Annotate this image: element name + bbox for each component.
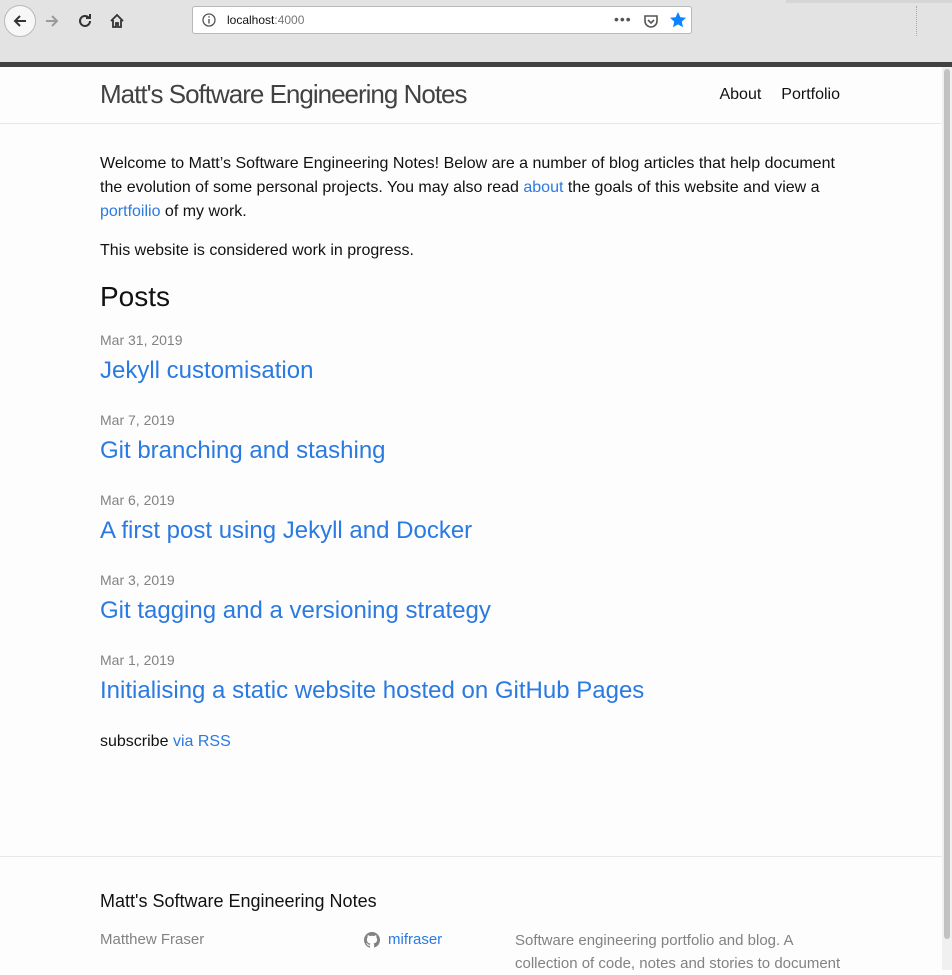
reload-icon bbox=[79, 14, 91, 27]
footer-title: Matt's Software Engineering Notes bbox=[100, 891, 377, 911]
site-footer: Matt's Software Engineering Notes Matthe… bbox=[0, 856, 942, 972]
intro-paragraph: Welcome to Matt’s Software Engineering N… bbox=[100, 152, 842, 224]
footer-github-link[interactable]: mifraser bbox=[364, 931, 442, 948]
post-title-link[interactable]: A first post using Jekyll and Docker bbox=[100, 514, 472, 548]
site-header: Matt's Software Engineering Notes About … bbox=[0, 67, 942, 124]
reload-button[interactable] bbox=[70, 6, 100, 36]
post-title-link[interactable]: Git branching and stashing bbox=[100, 434, 386, 468]
forward-button[interactable] bbox=[37, 6, 67, 36]
site-nav: About Portfolio bbox=[719, 86, 840, 104]
github-username: mifraser bbox=[388, 931, 443, 948]
back-button[interactable] bbox=[4, 5, 36, 37]
post-date: Mar 3, 2019 bbox=[100, 572, 175, 588]
post-title-link[interactable]: Git tagging and a versioning strategy bbox=[100, 594, 491, 628]
post-title-link[interactable]: Jekyll customisation bbox=[100, 354, 313, 388]
post-title-link[interactable]: Initialising a static website hosted on … bbox=[100, 674, 644, 708]
home-button[interactable] bbox=[102, 6, 132, 36]
portfolio-inline-link[interactable]: portfoilio bbox=[100, 203, 160, 220]
toolbar-separator bbox=[916, 6, 919, 36]
browser-toolbar: localhost:4000 ••• bbox=[0, 0, 952, 62]
url-text[interactable]: localhost:4000 bbox=[227, 13, 304, 27]
scrollbar[interactable] bbox=[942, 67, 952, 970]
site-title-link[interactable]: Matt's Software Engineering Notes bbox=[100, 79, 467, 110]
post-item: Mar 3, 2019 Git tagging and a versioning… bbox=[100, 570, 842, 628]
main-content: Welcome to Matt’s Software Engineering N… bbox=[100, 152, 842, 769]
post-item: Mar 6, 2019 A first post using Jekyll an… bbox=[100, 490, 842, 548]
scrollbar-thumb[interactable] bbox=[944, 69, 950, 939]
address-bar[interactable]: localhost:4000 ••• bbox=[192, 6, 692, 34]
page-actions-menu-icon[interactable]: ••• bbox=[614, 11, 632, 27]
nav-portfolio-link[interactable]: Portfolio bbox=[781, 86, 840, 104]
wip-paragraph: This website is considered work in progr… bbox=[100, 242, 414, 259]
post-date: Mar 6, 2019 bbox=[100, 492, 175, 508]
post-item: Mar 31, 2019 Jekyll customisation bbox=[100, 330, 842, 388]
footer-author: Matthew Fraser bbox=[100, 931, 205, 948]
intro-text-2: the goals of this website and view a bbox=[563, 179, 820, 196]
post-date: Mar 31, 2019 bbox=[100, 332, 183, 348]
post-item: Mar 7, 2019 Git branching and stashing bbox=[100, 410, 842, 468]
url-port: :4000 bbox=[274, 13, 305, 27]
footer-description: Software engineering portfolio and blog.… bbox=[515, 932, 841, 972]
rss-prefix: subscribe bbox=[100, 733, 169, 750]
back-arrow-icon bbox=[13, 15, 26, 27]
posts-heading: Posts bbox=[100, 281, 171, 312]
post-date: Mar 1, 2019 bbox=[100, 652, 175, 668]
about-inline-link[interactable]: about bbox=[523, 179, 563, 196]
pocket-icon[interactable] bbox=[643, 13, 659, 29]
intro-text-3: of my work. bbox=[160, 203, 247, 220]
rss-link[interactable]: via RSS bbox=[173, 733, 231, 750]
tab-strip-edge bbox=[786, 0, 952, 3]
post-item: Mar 1, 2019 Initialising a static websit… bbox=[100, 650, 842, 708]
home-icon bbox=[110, 13, 124, 28]
github-icon bbox=[364, 931, 380, 948]
rss-subscribe: subscribe via RSS bbox=[100, 730, 842, 754]
post-list: Mar 31, 2019 Jekyll customisation Mar 7,… bbox=[100, 330, 842, 708]
bookmark-star-icon[interactable] bbox=[669, 11, 687, 29]
url-host: localhost bbox=[227, 13, 275, 27]
post-date: Mar 7, 2019 bbox=[100, 412, 175, 428]
info-icon[interactable] bbox=[202, 13, 216, 27]
forward-arrow-icon bbox=[46, 15, 59, 27]
nav-about-link[interactable]: About bbox=[719, 86, 761, 104]
